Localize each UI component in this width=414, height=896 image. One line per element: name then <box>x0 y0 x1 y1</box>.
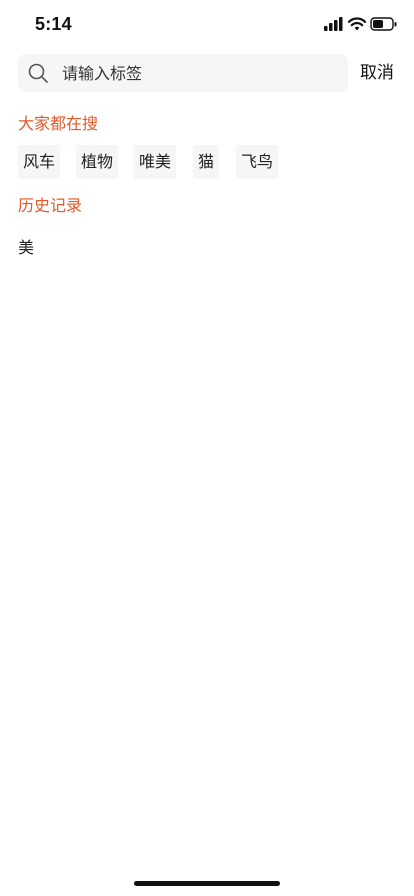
history-list: 美 <box>18 236 398 260</box>
hot-tag[interactable]: 植物 <box>76 145 119 179</box>
hot-tag[interactable]: 飞鸟 <box>236 145 279 179</box>
hot-tag[interactable]: 唯美 <box>134 145 177 179</box>
search-input[interactable] <box>62 54 332 92</box>
cancel-button[interactable]: 取消 <box>360 58 394 88</box>
hot-search-title: 大家都在搜 <box>18 114 99 133</box>
hot-tag[interactable]: 风车 <box>18 145 61 179</box>
status-time: 5:14 <box>35 14 72 34</box>
search-screen: 5:14 取消 大家都在搜 风车 植物 唯美 猫 <box>0 0 414 896</box>
search-bar[interactable] <box>18 54 348 92</box>
history-item[interactable]: 美 <box>18 236 398 260</box>
home-indicator <box>134 881 280 886</box>
search-icon <box>28 63 48 83</box>
wifi-icon <box>348 17 366 31</box>
battery-icon <box>370 17 397 31</box>
hot-tags: 风车 植物 唯美 猫 飞鸟 <box>18 145 398 179</box>
status-bar: 5:14 <box>0 0 414 50</box>
signal-icon <box>324 17 343 31</box>
hot-tag[interactable]: 猫 <box>193 145 220 179</box>
history-title: 历史记录 <box>18 196 83 215</box>
